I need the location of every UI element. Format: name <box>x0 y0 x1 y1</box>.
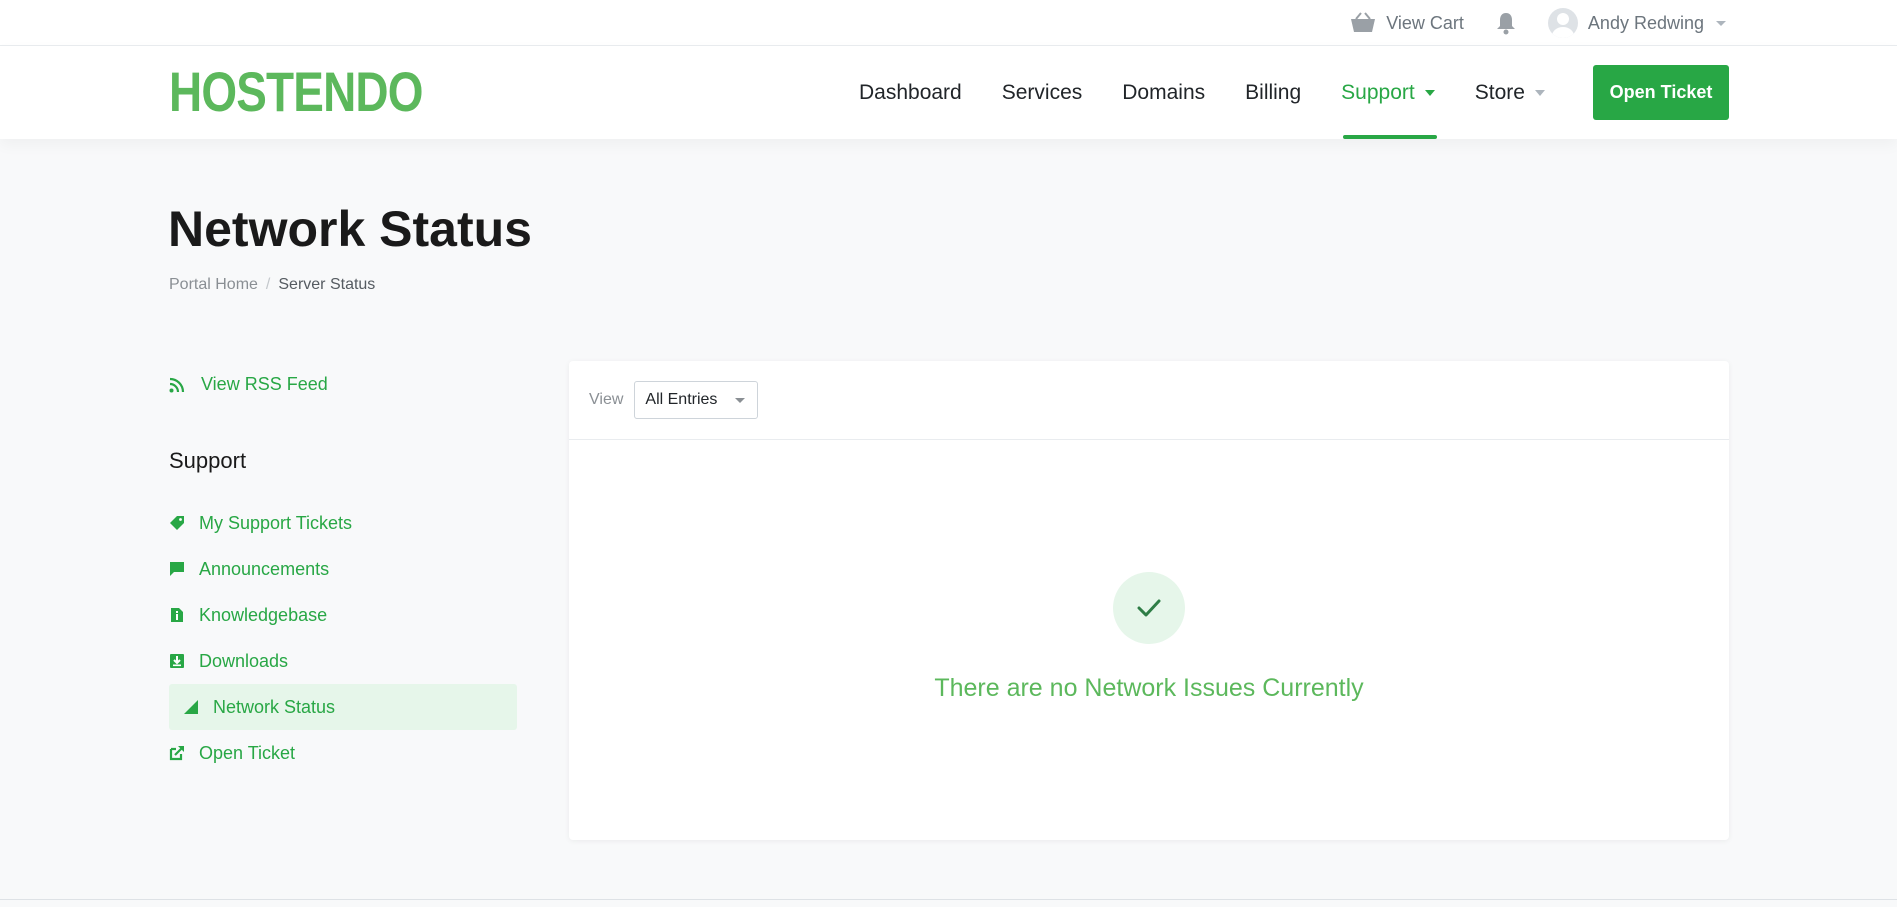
check-icon <box>1137 599 1161 617</box>
sidebar-item-label: Knowledgebase <box>199 604 328 625</box>
rss-icon <box>169 377 185 392</box>
sidebar-item-label: My Support Tickets <box>199 512 353 533</box>
nav-services[interactable]: Services <box>1002 46 1083 139</box>
top-utility-bar: View Cart Andy Redwing <box>0 0 1897 46</box>
view-cart-link[interactable]: View Cart <box>1350 12 1464 34</box>
external-link-icon <box>169 746 184 761</box>
user-name: Andy Redwing <box>1587 12 1704 33</box>
nav-store[interactable]: Store <box>1475 46 1545 139</box>
user-menu[interactable]: Andy Redwing <box>1547 8 1726 38</box>
rss-label: View RSS Feed <box>201 374 328 394</box>
nav-dashboard-label: Dashboard <box>859 80 962 104</box>
sidebar-heading: Support <box>169 448 247 473</box>
nav-domains[interactable]: Domains <box>1122 46 1205 139</box>
nav-links: Dashboard Services Domains Billing Suppo… <box>859 46 1585 139</box>
sidebar-item-label: Open Ticket <box>199 742 296 763</box>
ticket-icon <box>170 516 184 530</box>
chevron-down-icon <box>1716 20 1726 26</box>
sidebar-item-downloads[interactable]: Downloads <box>169 638 517 684</box>
chevron-down-icon <box>1534 89 1545 96</box>
nav-domains-label: Domains <box>1122 80 1206 104</box>
network-status-card: View All Entries There are no Network Is… <box>569 361 1729 840</box>
sidebar-item-my-support-tickets[interactable]: My Support Tickets <box>169 500 517 546</box>
sidebar-item-label: Downloads <box>199 650 289 671</box>
page-title: Network Status <box>168 201 532 257</box>
card-header: View All Entries <box>569 361 1729 440</box>
utility-links: View Cart Andy Redwing <box>1350 0 1726 46</box>
breadcrumb: Portal Home / Server Status <box>169 276 375 294</box>
view-rss-feed-link[interactable]: View RSS Feed <box>169 374 328 395</box>
no-issues-message: There are no Network Issues Currently <box>934 674 1364 702</box>
nav-services-label: Services <box>1001 80 1083 104</box>
sidebar-item-open-ticket[interactable]: Open Ticket <box>169 730 517 776</box>
avatar <box>1547 8 1578 38</box>
comment-icon <box>170 562 184 576</box>
nav-billing-label: Billing <box>1245 80 1302 104</box>
nav-support[interactable]: Support <box>1341 46 1437 139</box>
breadcrumb-current: Server Status <box>278 276 376 293</box>
sidebar-item-label: Announcements <box>199 558 330 579</box>
chevron-down-icon <box>1424 89 1435 96</box>
view-cart-label: View Cart <box>1386 12 1464 33</box>
signal-icon <box>184 700 198 714</box>
footer-divider <box>0 899 1897 907</box>
nav-dashboard[interactable]: Dashboard <box>859 46 962 139</box>
file-info-icon <box>171 608 183 622</box>
nav-store-label: Store <box>1474 80 1525 104</box>
nav-billing[interactable]: Billing <box>1245 46 1301 139</box>
status-message-area: There are no Network Issues Currently <box>569 572 1729 703</box>
logo[interactable]: HOSTENDO <box>169 64 423 120</box>
main-navbar: HOSTENDO Dashboard Services Domains Bill… <box>0 46 1897 139</box>
open-ticket-button[interactable]: Open Ticket <box>1593 65 1729 120</box>
chevron-down-icon <box>735 397 746 403</box>
view-filter-label: View <box>589 391 624 408</box>
support-sidebar-menu: My Support Tickets Announcements Knowled… <box>169 500 517 776</box>
breadcrumb-portal-home[interactable]: Portal Home <box>169 276 258 294</box>
view-filter-select[interactable]: All Entries <box>634 381 759 419</box>
breadcrumb-separator: / <box>265 276 271 293</box>
basket-icon <box>1351 12 1376 32</box>
nav-support-label: Support <box>1341 80 1415 104</box>
view-filter-value: All Entries <box>645 391 718 408</box>
status-check-badge <box>1113 572 1185 644</box>
sidebar-item-network-status[interactable]: Network Status <box>169 684 517 730</box>
sidebar-item-knowledgebase[interactable]: Knowledgebase <box>169 592 517 638</box>
sidebar-item-label: Network Status <box>213 696 336 717</box>
download-icon <box>170 654 184 668</box>
bell-icon[interactable] <box>1494 11 1518 35</box>
sidebar-item-announcements[interactable]: Announcements <box>169 546 517 592</box>
